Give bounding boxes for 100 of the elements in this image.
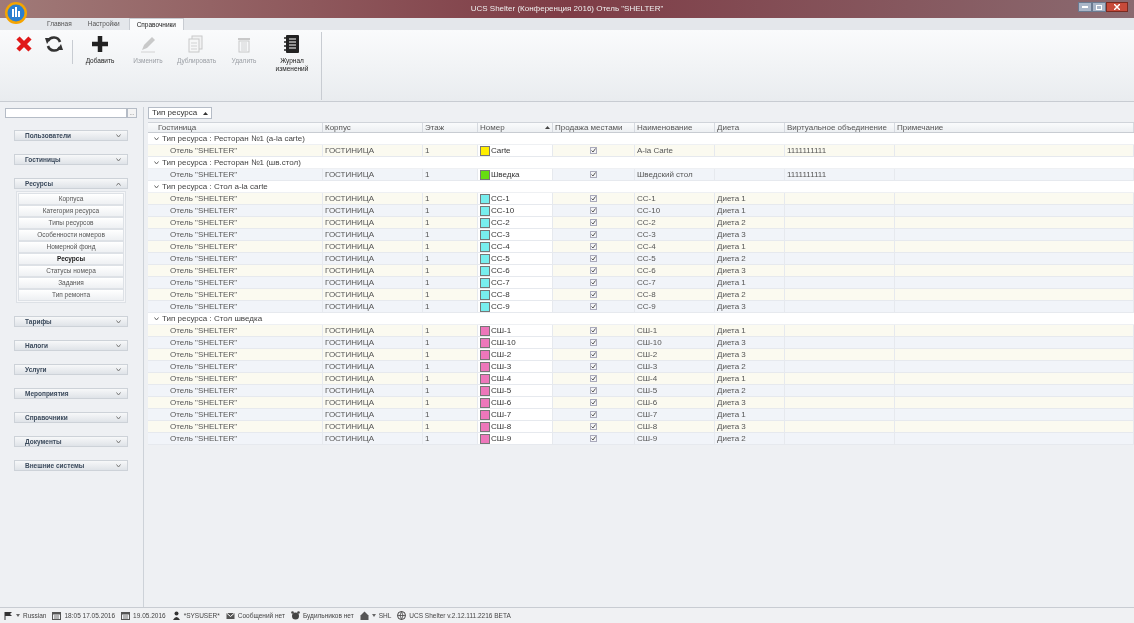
minimize-button[interactable] (1078, 2, 1092, 12)
calendar-icon (52, 611, 62, 620)
checkbox[interactable] (590, 291, 597, 298)
table-cell: CC-4 (637, 241, 656, 252)
close-button[interactable] (1106, 2, 1128, 12)
table-cell: CC-7 (637, 277, 656, 288)
checkbox[interactable] (590, 195, 597, 202)
chevron-down-icon (116, 157, 121, 162)
house-icon (359, 611, 369, 620)
group-row[interactable]: Тип ресурса : Стол шведка (154, 312, 263, 325)
table-cell: 1 (425, 301, 430, 312)
chevron-down-icon (154, 184, 159, 189)
column-header[interactable]: Примечание (895, 123, 1134, 132)
table-cell: СШ-3 (491, 361, 512, 372)
checkmark-icon (591, 208, 596, 213)
column-header[interactable]: Наименование (635, 123, 715, 132)
checkmark-icon (591, 340, 596, 345)
checkbox[interactable] (590, 351, 597, 358)
checkbox[interactable] (590, 387, 597, 394)
table-cell: Диета 1 (717, 241, 746, 252)
chevron-down-icon (154, 316, 159, 321)
checkbox[interactable] (590, 243, 597, 250)
table-cell: Диета 3 (717, 421, 746, 432)
table-cell: Диета 2 (717, 253, 746, 264)
table-cell: Шведка (491, 169, 520, 180)
column-header[interactable]: Диета (715, 123, 785, 132)
table-cell: ГОСТИНИЦА (325, 337, 375, 348)
checkbox[interactable] (590, 435, 597, 442)
table-cell: CC-1 (491, 193, 510, 204)
checkbox[interactable] (590, 147, 597, 154)
checkbox[interactable] (590, 423, 597, 430)
checkbox[interactable] (590, 255, 597, 262)
table-cell: ГОСТИНИЦА (325, 217, 375, 228)
checkbox[interactable] (590, 231, 597, 238)
table-cell: Отель "SHELTER" (170, 145, 238, 156)
table-cell: Отель "SHELTER" (170, 169, 238, 180)
table-cell: 1 (425, 193, 430, 204)
checkmark-icon (591, 304, 596, 309)
table-cell: CC-3 (637, 229, 656, 240)
checkmark-icon (591, 436, 596, 441)
column-header[interactable]: Виртуальное объединение (785, 123, 895, 132)
checkmark-icon (591, 244, 596, 249)
table-cell: Диета 2 (717, 385, 746, 396)
checkmark-icon (591, 424, 596, 429)
table-cell: Carte (491, 145, 511, 156)
table-cell: CC-2 (491, 217, 510, 228)
table-cell: ГОСТИНИЦА (325, 193, 375, 204)
table-cell: A-la Carte (637, 145, 673, 156)
table-cell: Диета 3 (717, 301, 746, 312)
checkbox[interactable] (590, 375, 597, 382)
checkbox[interactable] (590, 279, 597, 286)
checkbox[interactable] (590, 327, 597, 334)
table-cell: Диета 3 (717, 265, 746, 276)
checkbox[interactable] (590, 303, 597, 310)
group-row[interactable]: Тип ресурса : Ресторан №1 (a-la carte) (154, 132, 305, 145)
group-row[interactable]: Тип ресурса : Стол a-la carte (154, 180, 268, 193)
table-cell: Отель "SHELTER" (170, 289, 238, 300)
table-cell: СШ-4 (637, 373, 658, 384)
maximize-icon (1096, 4, 1102, 10)
checkmark-icon (591, 280, 596, 285)
maximize-button[interactable] (1092, 2, 1106, 12)
checkbox[interactable] (590, 207, 597, 214)
group-by-chip[interactable]: Тип ресурса (148, 107, 213, 119)
table-cell: Отель "SHELTER" (170, 217, 238, 228)
column-header[interactable]: Этаж (423, 123, 478, 132)
checkbox[interactable] (590, 363, 597, 370)
calendar-icon (121, 611, 131, 620)
table-cell: 1 (425, 337, 430, 348)
chevron-up-icon (116, 181, 121, 186)
checkbox[interactable] (590, 267, 597, 274)
column-header[interactable]: Продажа местами (553, 123, 635, 132)
alarm-clock-icon (290, 611, 300, 620)
table-cell: ГОСТИНИЦА (325, 229, 375, 240)
checkbox[interactable] (590, 411, 597, 418)
table-cell: СШ-8 (637, 421, 658, 432)
column-header[interactable]: Номер (478, 123, 553, 132)
group-row[interactable]: Тип ресурса : Ресторан №1 (шв.стол) (154, 156, 301, 169)
table-cell: CC-5 (491, 253, 510, 264)
checkbox[interactable] (590, 171, 597, 178)
table-cell: CC-10 (491, 205, 515, 216)
sort-ascending-icon (545, 126, 550, 129)
checkmark-icon (591, 352, 596, 357)
column-header[interactable]: Корпус (323, 123, 423, 132)
checkbox[interactable] (590, 219, 597, 226)
checkbox[interactable] (590, 339, 597, 346)
table-cell: Отель "SHELTER" (170, 205, 238, 216)
table-cell: 1 (425, 373, 430, 384)
table-cell: Отель "SHELTER" (170, 337, 238, 348)
table-cell: Отель "SHELTER" (170, 385, 238, 396)
column-header[interactable]: Гостиница (156, 123, 323, 132)
search-field[interactable] (5, 108, 127, 118)
table-cell: 1 (425, 217, 430, 228)
checkbox[interactable] (590, 399, 597, 406)
table-cell: ГОСТИНИЦА (325, 205, 375, 216)
window-title: UCS Shelter (Конференция 2016) Отель "SHELTER" (470, 3, 664, 15)
chevron-down-icon (116, 133, 121, 138)
table-cell: Диета 1 (717, 193, 746, 204)
table-cell: CC-3 (491, 229, 510, 240)
pencil-icon (138, 34, 158, 54)
table-cell: Диета 2 (717, 433, 746, 444)
